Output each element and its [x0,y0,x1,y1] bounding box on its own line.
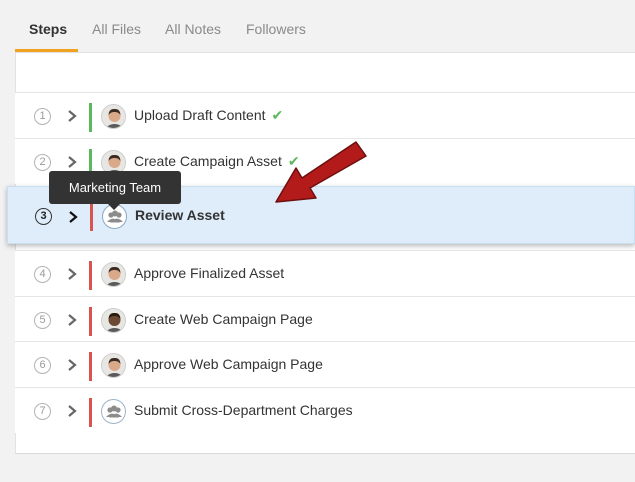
step-title-text: Approve Finalized Asset [134,265,285,281]
expand-chevron-icon[interactable] [66,154,78,170]
step-title-text: Create Campaign Asset [134,153,282,169]
step-number: 2 [34,154,51,171]
group-avatar-icon[interactable] [101,399,126,424]
step-row-5[interactable]: 5 Create Web Campaign Page [15,296,635,342]
expand-chevron-icon[interactable] [67,209,79,225]
step-title[interactable]: Upload Draft Content ✔ [134,107,283,124]
tab-all-files[interactable]: All Files [92,21,141,37]
red-arrow-annotation [275,141,367,203]
status-bar [89,352,92,381]
status-bar [89,398,92,427]
avatar[interactable] [101,262,126,287]
checkmark-icon: ✔ [271,107,284,123]
step-title[interactable]: Review Asset [135,207,225,223]
step-title-text: Create Web Campaign Page [134,311,313,327]
step-number: 4 [34,266,51,283]
assignee-tooltip: Marketing Team [49,171,181,204]
step-row-7[interactable]: 7 Submit Cross-Department Charges [15,387,635,433]
status-bar [90,203,93,231]
step-title[interactable]: Approve Web Campaign Page [134,356,323,372]
step-number: 6 [34,357,51,374]
expand-chevron-icon[interactable] [66,266,78,282]
step-number: 1 [34,108,51,125]
step-row-6[interactable]: 6 Approve Web Campaign Page [15,341,635,387]
avatar[interactable] [101,353,126,378]
status-bar [89,103,92,132]
tooltip-caret [108,204,120,210]
avatar[interactable] [101,104,126,129]
step-number: 7 [34,403,51,420]
step-title-text: Approve Web Campaign Page [134,356,323,372]
tab-bar: Steps All Files All Notes Followers [0,0,635,52]
tab-steps[interactable]: Steps [29,21,67,37]
step-row-1[interactable]: 1 Upload Draft Content ✔ [15,92,635,138]
expand-chevron-icon[interactable] [66,312,78,328]
status-bar [89,261,92,290]
avatar[interactable] [101,308,126,333]
step-number: 3 [35,208,52,225]
step-title[interactable]: Approve Finalized Asset [134,265,284,281]
step-title-text: Upload Draft Content [134,107,266,123]
step-number: 5 [34,312,51,329]
tab-followers[interactable]: Followers [246,21,306,37]
expand-chevron-icon[interactable] [66,108,78,124]
step-title-text: Review Asset [135,207,225,223]
status-bar [89,307,92,336]
tab-all-notes[interactable]: All Notes [165,21,221,37]
expand-chevron-icon[interactable] [66,403,78,419]
step-title[interactable]: Submit Cross-Department Charges [134,402,353,418]
step-title[interactable]: Create Web Campaign Page [134,311,313,327]
expand-chevron-icon[interactable] [66,357,78,373]
step-row-4[interactable]: 4 Approve Finalized Asset [15,250,635,296]
step-title-text: Submit Cross-Department Charges [134,402,353,418]
